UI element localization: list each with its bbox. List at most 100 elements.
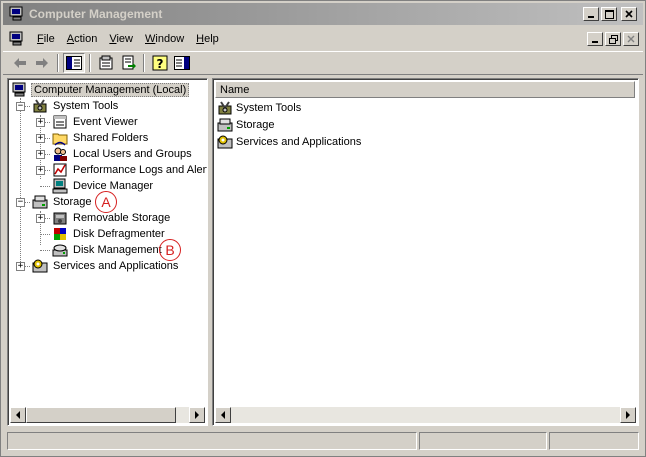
forward-arrow-icon	[36, 58, 48, 68]
list-item[interactable]: Storage	[217, 116, 275, 133]
tree-item-storage[interactable]: Storage	[32, 194, 94, 210]
forward-button[interactable]	[31, 53, 53, 73]
svg-text:?: ?	[157, 57, 164, 71]
expand-event-viewer-toggle[interactable]: +	[36, 118, 45, 127]
export-list-button[interactable]	[117, 53, 139, 73]
tree-item-services-applications[interactable]: Services and Applications	[32, 258, 180, 274]
menu-window[interactable]: Window	[139, 33, 190, 45]
tree-item-performance-logs[interactable]: Performance Logs and Alerts	[52, 162, 207, 178]
results-horizontal-scrollbar[interactable]	[215, 407, 636, 423]
toolbar-separator	[89, 54, 91, 72]
performance-logs-icon	[53, 163, 67, 177]
back-arrow-icon	[14, 58, 26, 68]
show-hide-action-pane-button[interactable]	[171, 53, 193, 73]
services-applications-icon	[217, 135, 233, 148]
column-header-name[interactable]: Name	[215, 81, 635, 98]
tree-item-disk-defragmenter[interactable]: Disk Defragmenter	[52, 226, 167, 242]
minimize-button[interactable]	[583, 7, 599, 21]
system-tools-icon	[33, 99, 47, 113]
status-pane-2	[419, 432, 547, 450]
tree-label-removable-storage: Removable Storage	[73, 212, 171, 224]
storage-icon	[32, 195, 48, 209]
storage-icon	[217, 118, 233, 131]
toolbar-separator	[143, 54, 145, 72]
help-button[interactable]: ?	[149, 53, 171, 73]
scroll-right-icon	[195, 411, 199, 419]
close-icon	[625, 10, 633, 18]
tree-label-disk-management: Disk Management	[73, 244, 162, 256]
event-viewer-icon	[53, 115, 67, 129]
expand-services-apps-toggle[interactable]: +	[16, 262, 25, 271]
close-button[interactable]	[621, 7, 637, 21]
tree-item-system-tools[interactable]: System Tools	[32, 98, 120, 114]
collapse-storage-toggle[interactable]: −	[16, 198, 25, 207]
collapse-system-tools-toggle[interactable]: −	[16, 102, 25, 111]
computer-icon	[12, 82, 26, 97]
maximize-icon	[604, 9, 614, 19]
list-item-label: Storage	[236, 118, 275, 131]
back-button[interactable]	[9, 53, 31, 73]
properties-icon	[99, 55, 113, 70]
scroll-right-button[interactable]	[189, 407, 205, 423]
disk-defragmenter-icon	[54, 228, 66, 240]
child-minimize-button[interactable]	[587, 32, 603, 46]
computer-management-icon	[9, 6, 23, 21]
scroll-thumb[interactable]	[26, 407, 176, 423]
child-window-icon[interactable]	[9, 31, 25, 47]
maximize-button[interactable]	[601, 7, 617, 21]
callout-a: A	[95, 191, 117, 213]
menu-help[interactable]: Help	[190, 33, 225, 45]
tree-label-device-manager: Device Manager	[73, 180, 154, 192]
menu-view[interactable]: View	[103, 33, 139, 45]
tree-item-root[interactable]: Computer Management (Local)	[12, 82, 190, 98]
scroll-left-button[interactable]	[10, 407, 26, 423]
system-tools-icon	[218, 100, 232, 114]
users-icon	[54, 147, 67, 161]
child-restore-button[interactable]	[605, 32, 621, 46]
tree-label-services-applications: Services and Applications	[53, 260, 179, 272]
menu-action[interactable]: Action	[61, 33, 104, 45]
menu-file[interactable]: File	[31, 33, 61, 45]
child-close-button[interactable]	[623, 32, 639, 46]
title-bar[interactable]: Computer Management	[3, 3, 643, 25]
console-tree-icon	[66, 56, 82, 70]
device-manager-icon	[52, 178, 68, 194]
disk-management-icon	[52, 244, 68, 257]
tree-label-system-tools: System Tools	[53, 100, 119, 112]
help-icon: ?	[152, 55, 168, 71]
properties-button[interactable]	[95, 53, 117, 73]
scroll-left-icon	[16, 411, 20, 419]
status-pane-3	[549, 432, 639, 450]
console-tree-pane[interactable]: Computer Management (Local) − System Too…	[7, 78, 208, 426]
status-bar	[7, 432, 639, 452]
tree-item-shared-folders[interactable]: Shared Folders	[52, 130, 150, 146]
scroll-right-button[interactable]	[620, 407, 636, 423]
expand-shared-folders-toggle[interactable]: +	[36, 134, 45, 143]
show-hide-tree-button[interactable]	[63, 53, 85, 73]
results-pane[interactable]: Name System Tools Storage Services and A…	[212, 78, 639, 426]
tree-horizontal-scrollbar[interactable]	[10, 407, 205, 423]
list-item-label: Services and Applications	[236, 135, 362, 148]
tree-label-event-viewer: Event Viewer	[73, 116, 138, 128]
shared-folder-icon	[52, 133, 68, 146]
tree-item-event-viewer[interactable]: Event Viewer	[52, 114, 140, 130]
list-header: Name	[215, 81, 635, 98]
restore-icon	[608, 34, 618, 44]
expand-perf-logs-toggle[interactable]: +	[36, 166, 45, 175]
scroll-right-icon	[626, 411, 630, 419]
toolbar-separator	[57, 54, 59, 72]
tree-item-disk-management[interactable]: Disk Management	[52, 242, 164, 258]
computer-management-window: Computer Management File Action View Win…	[0, 0, 646, 457]
scroll-left-button[interactable]	[215, 407, 231, 423]
window-title: Computer Management	[29, 7, 163, 21]
export-list-icon	[122, 55, 136, 70]
list-item[interactable]: System Tools	[217, 99, 301, 116]
expand-removable-storage-toggle[interactable]: +	[36, 214, 45, 223]
callout-b: B	[159, 239, 181, 261]
tree-label-disk-defragmenter: Disk Defragmenter	[73, 228, 165, 240]
list-item[interactable]: Services and Applications	[217, 133, 361, 150]
tree-label-root: Computer Management (Local)	[31, 83, 190, 97]
tree-item-local-users[interactable]: Local Users and Groups	[52, 146, 194, 162]
expand-local-users-toggle[interactable]: +	[36, 150, 45, 159]
tree-item-removable-storage[interactable]: Removable Storage	[52, 210, 172, 226]
